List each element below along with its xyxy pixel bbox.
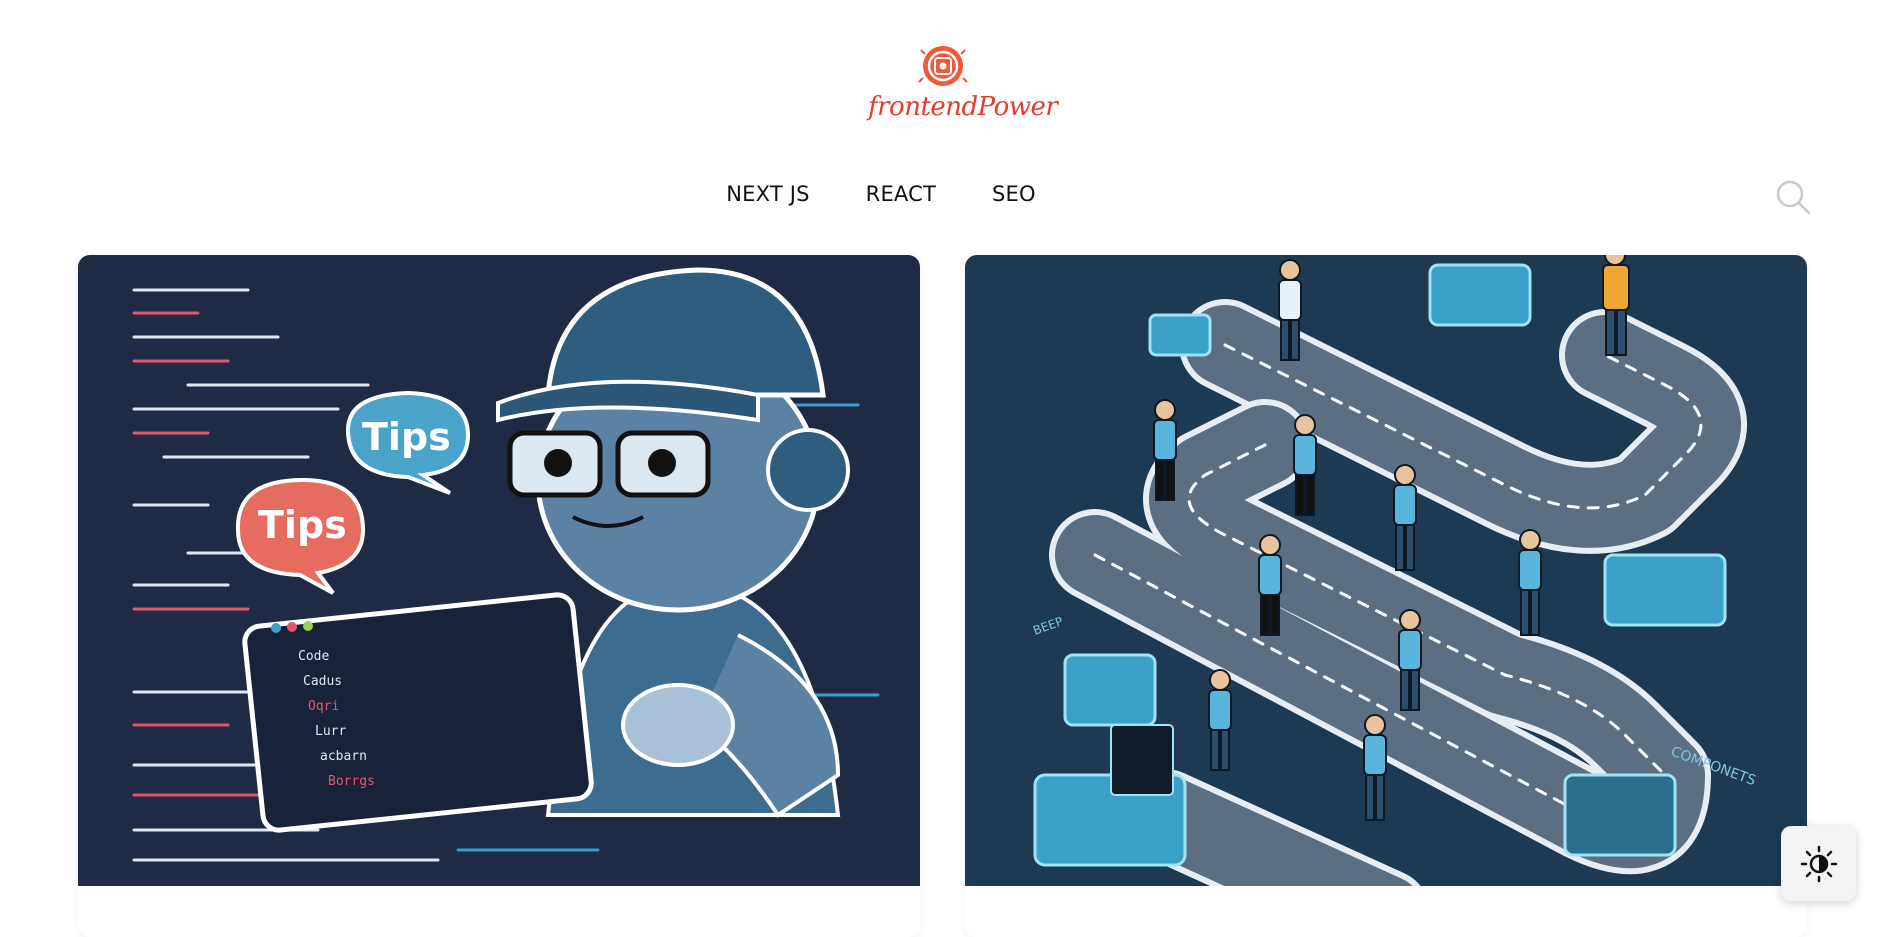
search-icon	[1776, 180, 1811, 215]
screen-line: Code	[298, 649, 329, 664]
theme-toggle-button[interactable]	[1781, 826, 1856, 901]
screen-line: acbarn	[320, 749, 367, 764]
post-card-body	[78, 886, 920, 937]
screen-line: Oqri	[308, 699, 339, 714]
post-card[interactable]: COMPONETS BEEP	[965, 255, 1807, 937]
isometric-roadmap-illustration[interactable]: COMPONETS BEEP	[965, 255, 1807, 937]
tablet-screen: Code Cadus Oqri Lurr acbarn Borrgs	[242, 592, 594, 833]
post-card[interactable]: Code Cadus Oqri Lurr acbarn Borrgs Tips …	[78, 255, 920, 937]
main-nav: NEXT JS REACT SEO	[0, 182, 1882, 206]
site-logo[interactable]: frontendPower	[868, 40, 1058, 140]
nav-item-react[interactable]: REACT	[866, 182, 936, 206]
screen-line: Cadus	[303, 674, 342, 689]
tips-label-1: Tips	[362, 415, 451, 459]
nav-item-seo[interactable]: SEO	[992, 182, 1036, 206]
post-card-body	[965, 886, 1807, 937]
brand-name: frontendPower	[868, 92, 1058, 122]
search-button[interactable]	[1774, 178, 1812, 216]
chip-gear-logo-icon	[918, 46, 968, 86]
nav-item-nextjs[interactable]: NEXT JS	[726, 182, 809, 206]
contrast-icon	[1800, 845, 1837, 882]
site-header: frontendPower NEXT JS REACT SEO	[0, 0, 1882, 240]
robot-tips-illustration[interactable]: Code Cadus Oqri Lurr acbarn Borrgs Tips …	[78, 255, 920, 886]
tips-label-2: Tips	[258, 503, 347, 547]
post-grid: Code Cadus Oqri Lurr acbarn Borrgs Tips …	[78, 255, 1807, 937]
screen-line: Lurr	[315, 724, 346, 739]
screen-line: Borrgs	[328, 774, 375, 789]
